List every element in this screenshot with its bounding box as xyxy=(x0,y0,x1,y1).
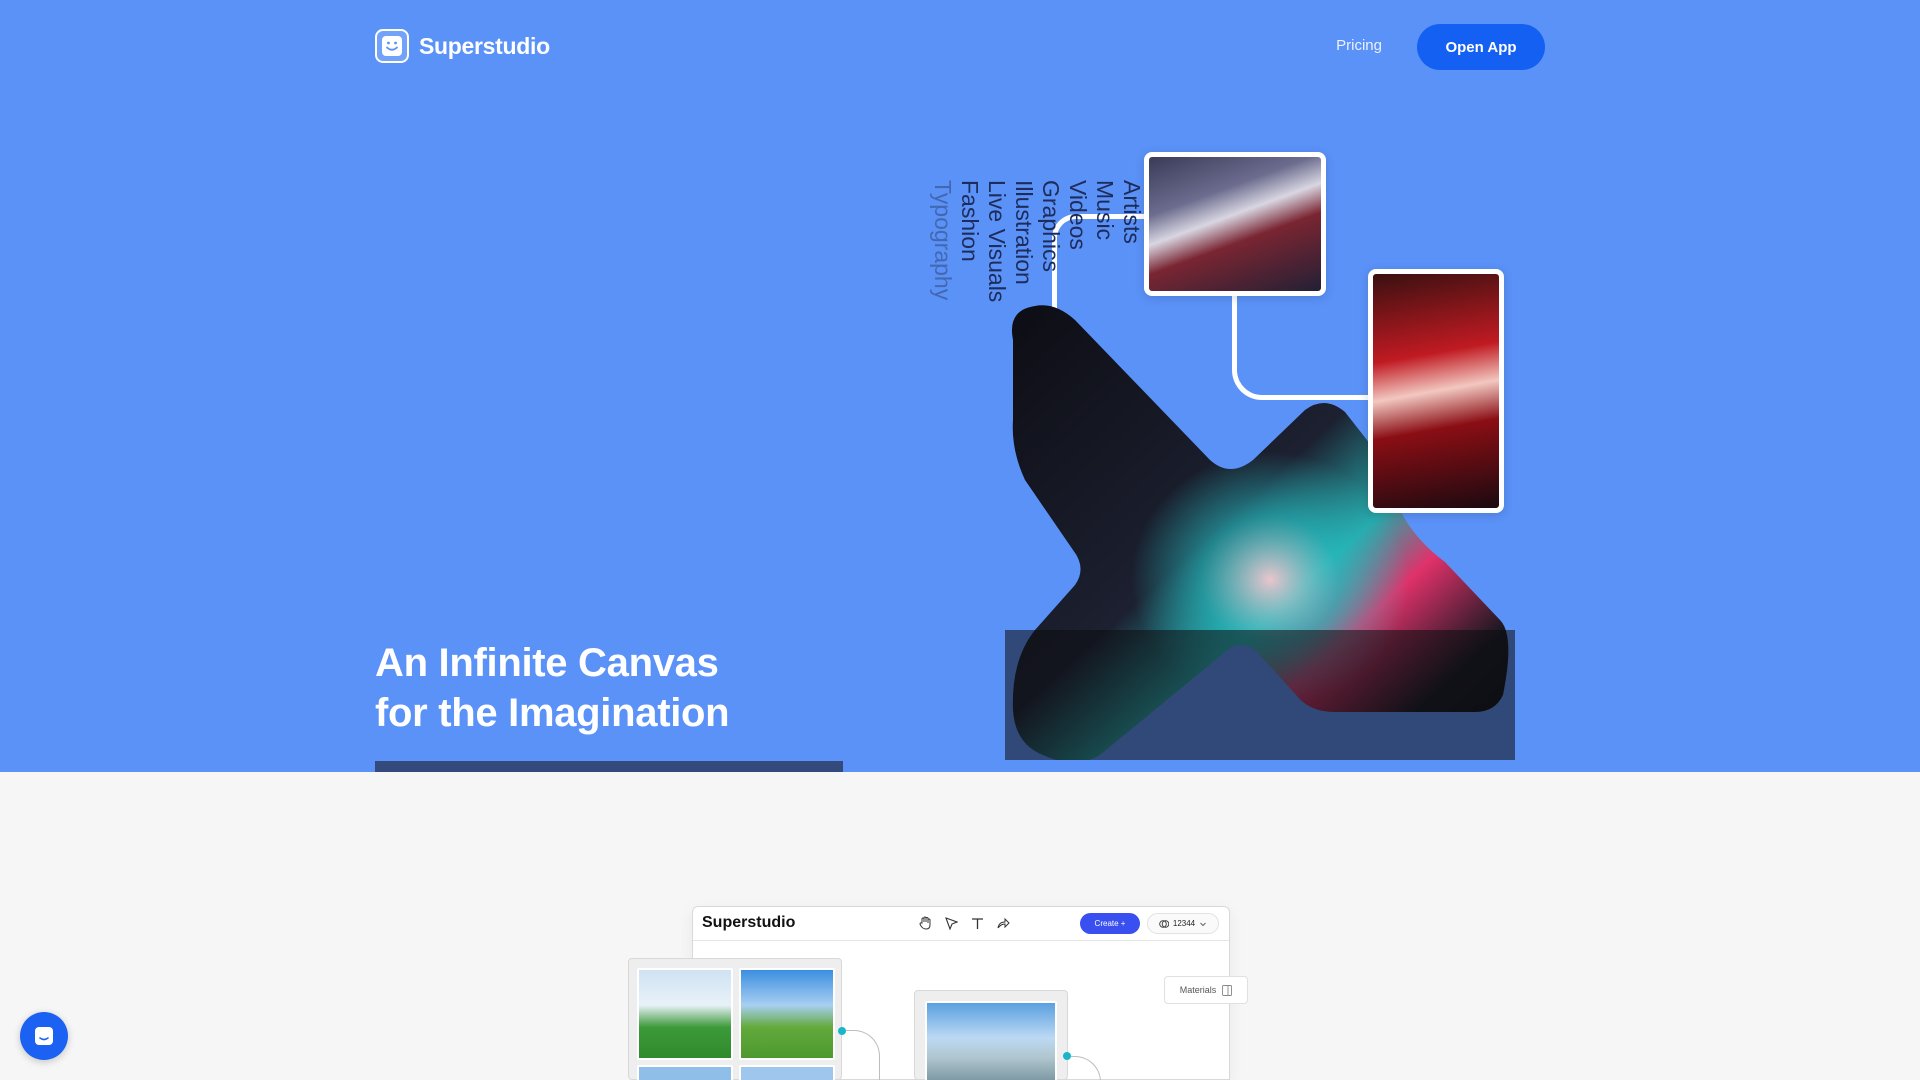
pointer-icon[interactable] xyxy=(943,915,959,931)
hero-section: Superstudio Pricing Open App Artists Mus… xyxy=(0,0,1920,772)
artwork-thumbnail xyxy=(1144,152,1326,296)
generated-image[interactable] xyxy=(739,968,835,1060)
panel-icon xyxy=(1222,984,1233,996)
category-word: Artists xyxy=(1119,180,1145,244)
hero-headline: An Infinite Canvas for the Imagination xyxy=(375,638,730,738)
chat-icon xyxy=(35,1027,53,1045)
generated-image[interactable] xyxy=(637,1065,733,1080)
tool-group xyxy=(917,915,1011,931)
generated-image[interactable] xyxy=(739,1065,835,1080)
create-button[interactable]: Create + xyxy=(1080,913,1140,934)
category-word: Fashion xyxy=(957,180,983,262)
brand-name: Superstudio xyxy=(419,32,550,59)
hero-progress-bar xyxy=(375,761,843,772)
share-icon[interactable] xyxy=(995,915,1011,931)
category-word-list: Artists Music Videos Graphics Illustrati… xyxy=(930,180,1145,320)
text-icon[interactable] xyxy=(969,915,985,931)
app-name: Superstudio xyxy=(702,914,796,931)
generated-image[interactable] xyxy=(925,1001,1057,1080)
artwork-thumbnail xyxy=(1368,269,1504,513)
credits-selector[interactable]: 12344 xyxy=(1147,913,1219,934)
category-word: Typography xyxy=(930,180,956,301)
chat-launcher-button[interactable] xyxy=(20,1012,68,1060)
open-app-button[interactable]: Open App xyxy=(1417,24,1545,70)
node-connector-dot[interactable] xyxy=(1063,1052,1071,1060)
generated-image[interactable] xyxy=(637,968,733,1060)
category-word: Videos xyxy=(1065,180,1091,250)
category-word: Graphics xyxy=(1038,180,1064,273)
category-word: Illustration xyxy=(1011,180,1037,285)
chevron-down-icon xyxy=(1200,922,1206,926)
headline-line: An Infinite Canvas xyxy=(375,641,719,685)
smiley-face-icon xyxy=(375,29,409,63)
node-connector-dot[interactable] xyxy=(838,1027,846,1035)
image-node-card[interactable] xyxy=(914,990,1068,1080)
materials-panel-toggle[interactable]: Materials xyxy=(1164,976,1248,1004)
app-toolbar: Superstudio Create + 12344 xyxy=(693,907,1229,941)
category-word: Live Visuals xyxy=(984,180,1010,303)
top-nav: Superstudio Pricing Open App xyxy=(375,24,1545,70)
pricing-link[interactable]: Pricing xyxy=(1336,37,1382,54)
image-node-card[interactable] xyxy=(628,958,842,1080)
coins-icon xyxy=(1159,919,1169,928)
category-word: Music xyxy=(1092,180,1118,241)
hand-icon[interactable] xyxy=(917,915,933,931)
materials-label: Materials xyxy=(1179,985,1217,995)
credits-value: 12344 xyxy=(1172,919,1196,928)
brand-logo[interactable]: Superstudio xyxy=(375,29,550,63)
headline-line: for the Imagination xyxy=(375,691,730,735)
